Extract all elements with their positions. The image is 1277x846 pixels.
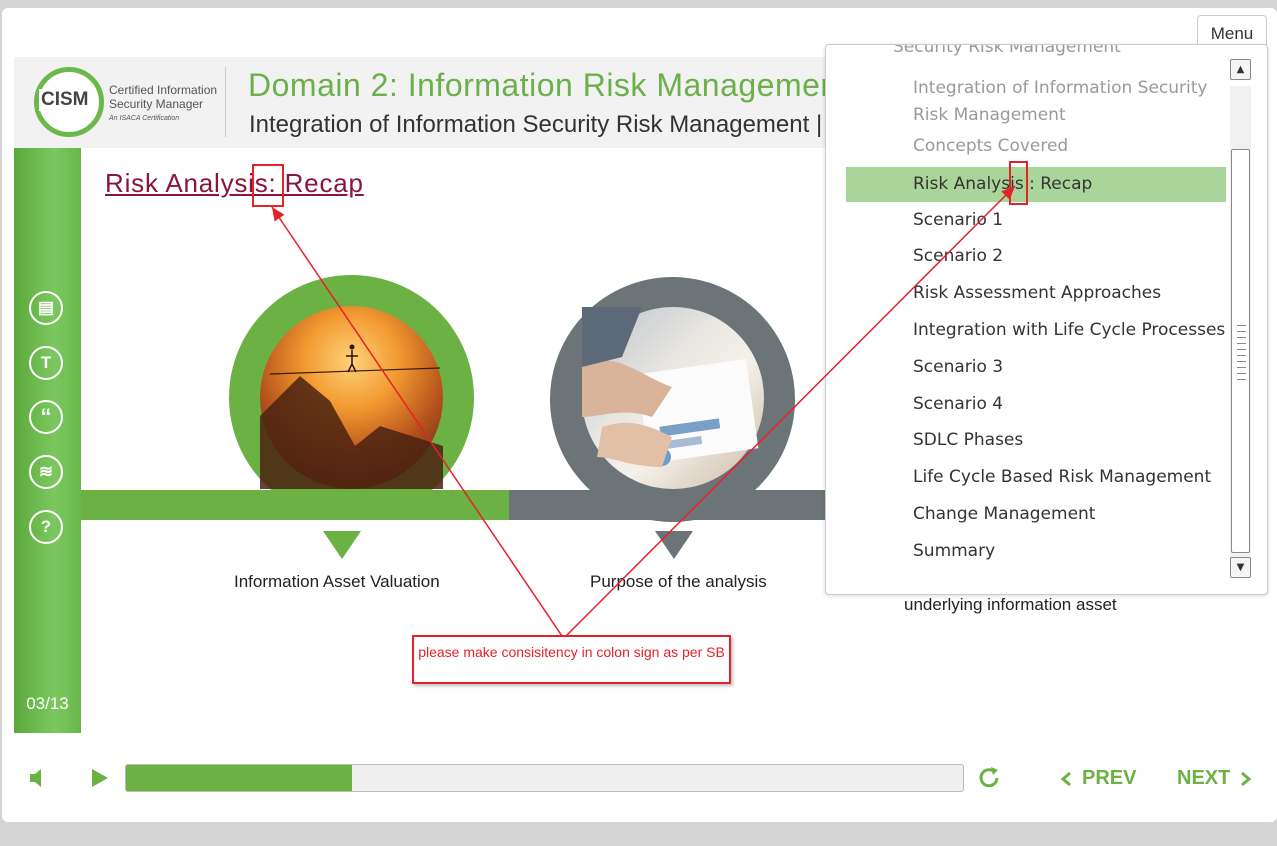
progress-fill: [126, 765, 352, 791]
menu-item[interactable]: Scenario 2: [846, 243, 1226, 270]
logo-line-1: Certified Information: [109, 83, 218, 97]
analysis-chevron-icon: [655, 531, 693, 559]
documents-photo: [582, 307, 764, 489]
menu-item[interactable]: Scenario 3: [846, 354, 1226, 381]
menu-item[interactable]: SDLC Phases: [846, 427, 1226, 454]
valuation-chevron-icon: [323, 531, 361, 559]
next-button[interactable]: NEXT: [1177, 767, 1252, 790]
domain-title: Domain 2: Information Risk Management: [248, 67, 844, 103]
chevron-right-icon: [1241, 771, 1252, 786]
menu-item-active[interactable]: Risk Analysis : Recap: [846, 167, 1226, 202]
caption-information-asset: underlying information asset: [904, 595, 1117, 614]
prev-label: PREV: [1082, 767, 1137, 789]
slide-title: Risk Analysis: Recap: [105, 168, 364, 198]
header-divider: [225, 67, 226, 137]
chevron-left-icon: [1060, 771, 1071, 786]
notes-icon[interactable]: ▤: [29, 291, 63, 325]
menu-item[interactable]: Life Cycle Based Risk Management: [846, 464, 1226, 491]
help-icon[interactable]: ?: [29, 510, 63, 544]
menu-item[interactable]: Summary: [846, 538, 1226, 565]
quote-icon[interactable]: “: [29, 400, 63, 434]
domain-subtitle: Integration of Information Security Risk…: [249, 111, 844, 138]
analysis-circle[interactable]: [550, 277, 795, 522]
menu-panel: Security Risk Management Integration of …: [825, 44, 1268, 595]
menu-tab[interactable]: Menu: [1197, 15, 1267, 47]
volume-icon[interactable]: [28, 767, 50, 793]
scroll-grip-icon: [1237, 325, 1246, 381]
cism-logo: CISM Certified Information Security Mana…: [34, 67, 234, 137]
prev-button[interactable]: PREV: [1060, 767, 1136, 790]
replay-icon[interactable]: [976, 765, 1002, 795]
course-header: CISM Certified Information Security Mana…: [14, 57, 844, 148]
scroll-up-icon[interactable]: ▲: [1230, 59, 1251, 80]
menu-item[interactable]: Integration with Life Cycle Processes: [846, 317, 1226, 344]
menu-item[interactable]: Scenario 1: [846, 207, 1226, 234]
menu-item[interactable]: Risk Assessment Approaches: [846, 280, 1226, 307]
slide-counter: 03/13: [26, 694, 69, 713]
logo-line-3: An ISACA Certification: [109, 115, 180, 122]
menu-item[interactable]: Scenario 4: [846, 391, 1226, 418]
logo-line-2: Security Manager: [109, 97, 204, 111]
valuation-circle[interactable]: [229, 275, 474, 520]
menu-item[interactable]: Change Management: [846, 501, 1226, 528]
left-sidebar: ▤ T “ ≋ ? 03/13: [14, 148, 81, 733]
caption-purpose: Purpose of the analysis: [590, 572, 767, 591]
menu-scrollbar[interactable]: ▲ ▼: [1230, 59, 1251, 583]
review-annotation: please make consisitency in colon sign a…: [412, 635, 731, 684]
scroll-thumb[interactable]: [1231, 149, 1250, 553]
progress-bar[interactable]: [125, 764, 964, 792]
menu-item[interactable]: Integration of Information Security Risk…: [846, 75, 1226, 129]
menu-section-label: Security Risk Management: [893, 44, 1121, 57]
layers-icon[interactable]: ≋: [29, 455, 63, 489]
tightrope-photo: [260, 306, 443, 489]
caption-asset-valuation: Information Asset Valuation: [234, 572, 440, 591]
scroll-down-icon[interactable]: ▼: [1230, 557, 1251, 578]
menu-item[interactable]: Concepts Covered: [846, 133, 1226, 160]
play-icon[interactable]: [90, 767, 110, 793]
logo-mark: CISM: [39, 89, 91, 111]
transcript-icon[interactable]: T: [29, 346, 63, 380]
next-label: NEXT: [1177, 767, 1231, 789]
